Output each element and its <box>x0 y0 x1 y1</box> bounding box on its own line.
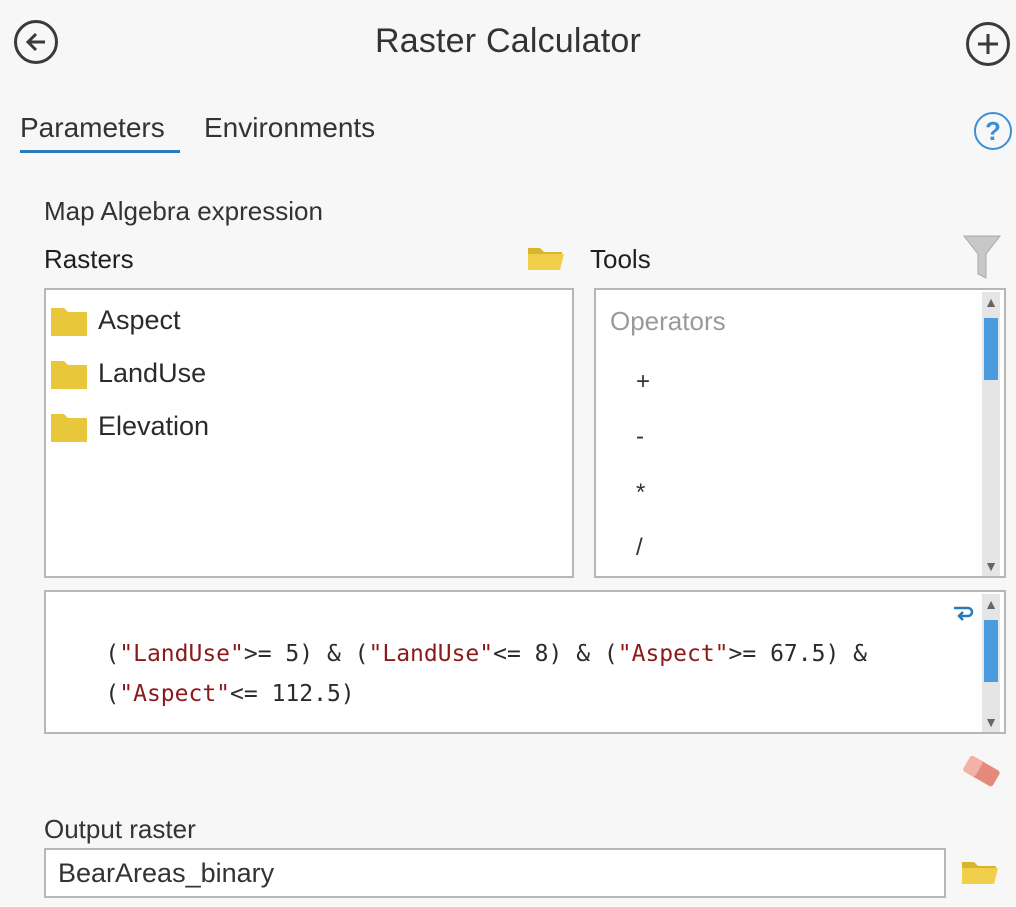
raster-item-label: Aspect <box>98 304 181 335</box>
raster-item-elevation[interactable]: Elevation <box>46 404 209 448</box>
filter-icon <box>962 235 1002 279</box>
active-tab-indicator <box>20 150 180 153</box>
scroll-thumb[interactable] <box>984 620 998 682</box>
plus-icon <box>978 34 998 54</box>
raster-item-label: Elevation <box>98 410 210 441</box>
map-algebra-label: Map Algebra expression <box>44 196 323 226</box>
filter-button[interactable] <box>962 232 1002 287</box>
folder-icon <box>51 414 87 442</box>
operator-multiply[interactable]: * <box>636 479 645 507</box>
tab-environments[interactable]: Environments <box>204 112 375 144</box>
eraser-icon <box>963 755 1000 787</box>
expression-line-2: ("Aspect"<= 112.5) <box>105 681 355 707</box>
raster-item-label: LandUse <box>98 357 207 388</box>
output-raster-value: BearAreas_binary <box>58 857 275 888</box>
output-raster-label: Output raster <box>44 814 196 844</box>
folder-icon <box>51 361 87 389</box>
word-wrap-icon <box>954 606 974 621</box>
word-wrap-button[interactable] <box>952 604 974 629</box>
rasters-label: Rasters <box>44 244 134 274</box>
folder-icon <box>51 308 87 336</box>
operator-minus[interactable]: - <box>636 423 644 451</box>
tab-parameters[interactable]: Parameters <box>20 112 165 144</box>
scroll-up-icon[interactable]: ▲ <box>983 294 999 310</box>
operators-group-header: Operators <box>610 306 726 336</box>
browse-raster-button[interactable] <box>526 242 566 277</box>
open-folder-icon <box>528 248 564 270</box>
rasters-list[interactable]: Aspect LandUse Elevation <box>44 288 574 578</box>
add-button[interactable] <box>966 22 1010 66</box>
raster-item-landuse[interactable]: LandUse <box>46 351 206 395</box>
scroll-thumb[interactable] <box>984 318 998 380</box>
tool-title: Raster Calculator <box>374 22 642 60</box>
scroll-down-icon[interactable]: ▼ <box>983 558 999 574</box>
clear-expression-button[interactable] <box>958 752 1004 797</box>
expression-editor[interactable]: ("LandUse">= 5) & ("LandUse"<= 8) & ("As… <box>44 590 1006 734</box>
tools-list[interactable]: Operators + - * / ▲ ▼ <box>594 288 1006 578</box>
expression-scrollbar[interactable]: ▲ ▼ <box>982 594 1000 732</box>
raster-item-aspect[interactable]: Aspect <box>46 298 181 342</box>
help-icon[interactable]: ? <box>974 112 1012 150</box>
operator-divide[interactable]: / <box>636 534 643 562</box>
operator-plus[interactable]: + <box>636 368 650 396</box>
help-symbol: ? <box>985 115 1001 146</box>
tools-label: Tools <box>590 244 651 274</box>
scroll-down-icon[interactable]: ▼ <box>983 714 999 730</box>
browse-output-button[interactable] <box>960 856 1000 891</box>
output-raster-field[interactable]: BearAreas_binary <box>44 848 946 898</box>
tools-scrollbar[interactable]: ▲ ▼ <box>982 292 1000 576</box>
open-folder-icon <box>962 862 998 884</box>
scroll-up-icon[interactable]: ▲ <box>983 596 999 612</box>
